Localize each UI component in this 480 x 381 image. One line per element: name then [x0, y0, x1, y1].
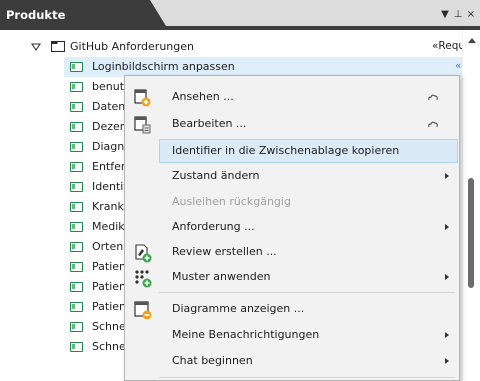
close-icon[interactable]: ×: [466, 9, 476, 20]
diagram-icon: [133, 300, 153, 320]
cloud-icon: [427, 92, 439, 102]
requirement-icon: [70, 202, 83, 212]
panel-controls: ▼ ⊥ ×: [440, 9, 476, 20]
folder-icon: [51, 40, 65, 52]
menu-item-label: Bearbeiten ...: [172, 117, 247, 130]
requirement-icon: [70, 182, 83, 192]
submenu-arrow-icon: [445, 332, 449, 338]
requirement-icon: [70, 222, 83, 232]
menu-item-label: Identifier in die Zwischenablage kopiere…: [172, 144, 400, 157]
requirement-icon: [70, 322, 83, 332]
vertical-scrollbar[interactable]: [462, 30, 480, 381]
cloud-icon: [427, 119, 439, 129]
pattern-icon: [133, 268, 153, 288]
submenu-arrow-icon: [445, 274, 449, 280]
menu-item-bearbeiten[interactable]: Bearbeiten ...: [125, 111, 459, 137]
submenu-arrow-icon: [445, 358, 449, 364]
requirement-icon: [70, 142, 83, 152]
requirement-icon: [70, 302, 83, 312]
view-doc-icon: [133, 88, 153, 108]
tree-root-label: GitHub Anforderungen: [70, 40, 194, 53]
menu-item-chat-beginnen[interactable]: Chat beginnen: [125, 348, 459, 374]
pin-icon[interactable]: ⊥: [453, 9, 463, 20]
tree-item-label: Loginbildschirm anpassen: [92, 60, 235, 73]
menu-item-label: Diagramme anzeigen ...: [172, 302, 305, 315]
requirement-icon: [70, 342, 83, 352]
tree-item-row[interactable]: Loginbildschirm anpassen «: [0, 57, 462, 77]
panel-header: Produkte ▼ ⊥ ×: [0, 0, 480, 30]
menu-item-label: Meine Benachrichtigungen: [172, 328, 320, 341]
menu-item-label: Muster anwenden: [172, 270, 271, 283]
scroll-thumb[interactable]: [468, 178, 474, 288]
tree-item-stereotype: «: [455, 60, 462, 72]
menu-item-identifier-in-die-zwischenablage-kopieren[interactable]: Identifier in die Zwischenablage kopiere…: [125, 138, 459, 164]
requirement-icon: [70, 262, 83, 272]
review-icon: [133, 243, 153, 263]
panel-title: Produkte: [6, 8, 66, 22]
submenu-arrow-icon: [445, 224, 449, 230]
requirement-icon: [70, 282, 83, 292]
requirement-icon: [70, 82, 83, 92]
menu-item-anforderung[interactable]: Anforderung ...: [125, 214, 459, 240]
edit-doc-icon: [133, 115, 153, 135]
tree-root-row[interactable]: GitHub Anforderungen «Requ: [0, 37, 462, 57]
requirement-icon: [70, 102, 83, 112]
menu-item-label: Ausleihen rückgängig: [172, 195, 291, 208]
menu-item-meine-benachrichtigungen[interactable]: Meine Benachrichtigungen: [125, 322, 459, 348]
context-menu: Ansehen ... Bearbeiten ... Identifier in d…: [124, 75, 460, 381]
menu-item-ausleihen-rückgängig: Ausleihen rückgängig: [125, 189, 459, 215]
menu-item-label: Zustand ändern: [172, 169, 260, 182]
requirement-icon: [70, 242, 83, 252]
expand-triangle-icon[interactable]: [31, 42, 41, 52]
requirement-icon: [70, 122, 83, 132]
menu-separator: [159, 292, 455, 293]
menu-item-diagramme-anzeigen[interactable]: Diagramme anzeigen ...: [125, 296, 459, 322]
menu-item-ansehen[interactable]: Ansehen ...: [125, 84, 459, 110]
requirement-icon: [70, 62, 83, 72]
menu-item-label: Ansehen ...: [172, 90, 234, 103]
menu-item-label: Anforderung ...: [172, 220, 255, 233]
menu-item-label: Chat beginnen: [172, 354, 253, 367]
scroll-up-arrow-icon[interactable]: [468, 38, 476, 43]
tree-root-stereotype: «Requ: [432, 40, 462, 52]
requirement-icon: [70, 162, 83, 172]
menu-item-zustand-ändern[interactable]: Zustand ändern: [125, 163, 459, 189]
submenu-arrow-icon: [445, 173, 449, 179]
menu-item-label: Review erstellen ...: [172, 245, 277, 258]
menu-separator: [159, 377, 455, 378]
menu-item-review-erstellen[interactable]: Review erstellen ...: [125, 239, 459, 265]
menu-item-muster-anwenden[interactable]: Muster anwenden: [125, 264, 459, 290]
dropdown-icon[interactable]: ▼: [440, 9, 450, 20]
